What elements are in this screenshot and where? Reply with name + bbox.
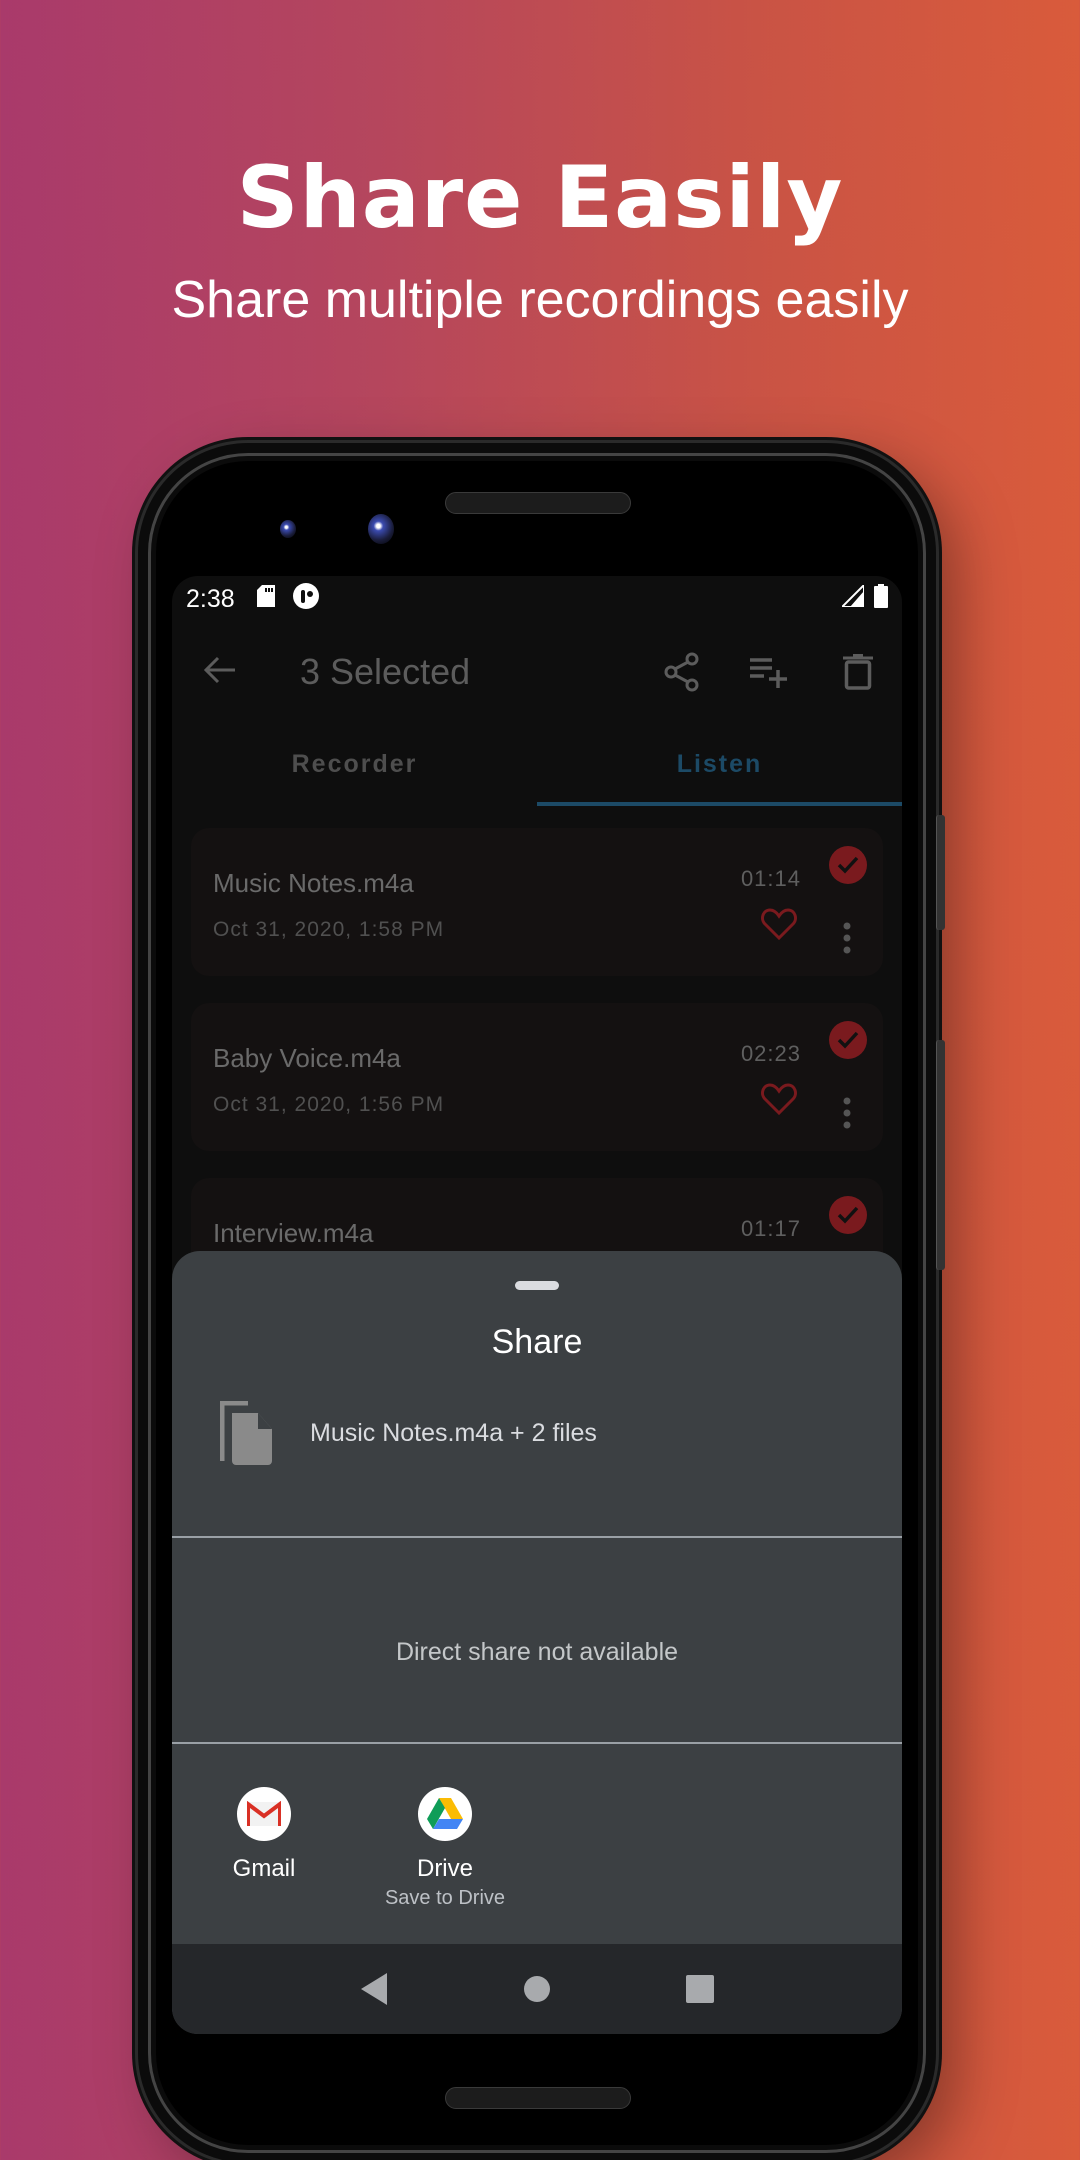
- files-icon: [220, 1401, 272, 1465]
- recording-duration: 01:17: [740, 1216, 801, 1241]
- share-target-sublabel: Save to Drive: [384, 1887, 506, 1909]
- share-button[interactable]: [638, 652, 726, 692]
- selected-check-icon[interactable]: [829, 846, 867, 884]
- recording-duration: 01:14: [740, 866, 801, 891]
- recording-item[interactable]: Music Notes.m4a Oct 31, 2020, 1:58 PM 01…: [191, 828, 883, 976]
- recording-item[interactable]: Baby Voice.m4a Oct 31, 2020, 1:56 PM 02:…: [191, 1003, 883, 1151]
- share-target-label: Gmail: [232, 1855, 296, 1882]
- share-sheet-title: Share: [491, 1323, 583, 1361]
- file-summary-text: Music Notes.m4a + 2 files: [310, 1418, 597, 1447]
- system-nav-bar: [172, 1944, 902, 2034]
- recording-duration: 02:23: [740, 1041, 801, 1066]
- gmail-icon: [237, 1787, 291, 1841]
- signal-icon: [839, 582, 865, 614]
- active-tab-indicator: [537, 802, 902, 806]
- tab-recorder[interactable]: Recorder: [172, 722, 537, 806]
- status-time: 2:38: [186, 584, 235, 613]
- hero-title: Share Easily: [236, 148, 844, 248]
- shared-files-summary: Music Notes.m4a + 2 files: [220, 1401, 597, 1465]
- sd-card-icon: [256, 584, 275, 614]
- app-bar: 3 Selected: [172, 622, 902, 722]
- favorite-heart-icon[interactable]: [761, 908, 797, 945]
- battery-icon: [874, 583, 888, 615]
- add-to-playlist-button[interactable]: [726, 656, 814, 688]
- front-sensor: [280, 520, 296, 538]
- add-to-playlist-icon: [750, 658, 787, 688]
- recording-name: Interview.m4a: [213, 1218, 374, 1248]
- direct-share-message: Direct share not available: [395, 1638, 679, 1666]
- nav-home-button[interactable]: [507, 1959, 567, 2019]
- share-icon: [664, 652, 699, 692]
- front-camera-icon: [368, 514, 394, 544]
- selected-check-icon[interactable]: [829, 1021, 867, 1059]
- nav-recents-icon: [686, 1975, 715, 2003]
- tab-bar: Recorder Listen: [172, 722, 902, 806]
- status-bar: 2:38: [172, 576, 902, 622]
- earpiece-speaker: [445, 492, 631, 514]
- volume-button: [936, 1040, 945, 1270]
- power-button: [936, 815, 945, 930]
- arrow-left-icon: [203, 656, 235, 683]
- more-options-icon[interactable]: [843, 1097, 851, 1134]
- selection-count-title: 3 Selected: [300, 651, 471, 692]
- nav-recents-button[interactable]: [670, 1959, 730, 2019]
- recording-name: Music Notes.m4a: [213, 868, 414, 898]
- app-notification-icon: [292, 582, 319, 616]
- recording-date: Oct 31, 2020, 1:58 PM: [213, 918, 445, 941]
- hero-subtitle: Share multiple recordings easily: [171, 271, 909, 329]
- selected-check-icon[interactable]: [829, 1196, 867, 1234]
- share-sheet: Share Music Notes.m4a + 2 files Direct s…: [172, 1251, 902, 2034]
- share-target-gmail[interactable]: Gmail: [174, 1787, 354, 1883]
- bottom-speaker: [445, 2087, 631, 2109]
- more-options-icon[interactable]: [843, 922, 851, 959]
- delete-button[interactable]: [814, 654, 902, 690]
- divider: [172, 1742, 902, 1744]
- divider: [172, 1536, 902, 1538]
- delete-icon: [843, 654, 873, 690]
- favorite-heart-icon[interactable]: [761, 1083, 797, 1120]
- recording-date: Oct 31, 2020, 1:56 PM: [213, 1093, 445, 1116]
- share-target-drive[interactable]: Drive Save to Drive: [355, 1787, 535, 1910]
- phone-screen: 2:38 3 Selected Recorder Listen Music No…: [172, 576, 902, 2034]
- recording-name: Baby Voice.m4a: [213, 1043, 401, 1073]
- tab-listen[interactable]: Listen: [537, 722, 902, 806]
- nav-back-icon: [360, 1973, 387, 2005]
- nav-back-button[interactable]: [344, 1959, 404, 2019]
- sheet-drag-handle[interactable]: [515, 1281, 559, 1290]
- recordings-list: Music Notes.m4a Oct 31, 2020, 1:58 PM 01…: [172, 806, 902, 1326]
- nav-home-icon: [523, 1976, 550, 2002]
- google-drive-icon: [418, 1787, 472, 1841]
- share-target-label: Drive: [416, 1855, 473, 1882]
- back-button[interactable]: [172, 650, 268, 695]
